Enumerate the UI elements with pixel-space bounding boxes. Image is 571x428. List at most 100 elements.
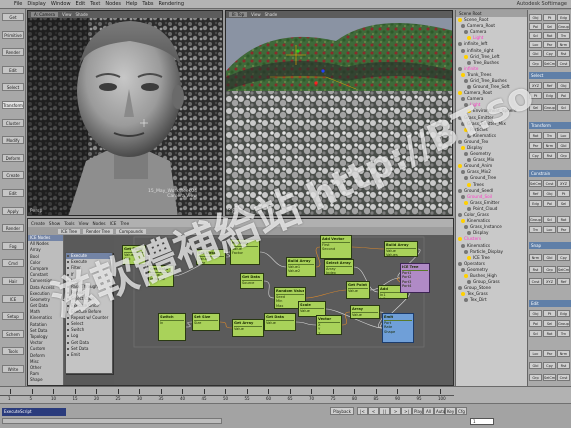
viewport-b-shade-menu[interactable]: Shade — [265, 12, 278, 17]
menu-display[interactable]: Display — [27, 1, 45, 7]
menu-rendering[interactable]: Rendering — [158, 1, 184, 7]
left-toolbar-button[interactable]: Schem — [2, 329, 24, 338]
left-toolbar-button[interactable]: Setup — [2, 312, 24, 321]
right-panel-button[interactable]: Nrm — [529, 254, 542, 261]
right-panel-button[interactable]: Edg — [529, 200, 542, 207]
right-panel-button[interactable]: Loc — [529, 41, 542, 48]
right-panel-button[interactable]: Obj — [529, 310, 542, 317]
ice-node[interactable]: Add Vector First Second — [320, 235, 352, 259]
menu-nodes[interactable]: Nodes — [105, 1, 121, 7]
playback-button[interactable]: >| — [401, 407, 412, 415]
playback-button[interactable]: < — [368, 407, 379, 415]
ice-editor-tab[interactable]: ICE Tree — [58, 228, 81, 234]
left-toolbar-button[interactable]: Transform — [2, 101, 24, 109]
right-panel-button[interactable]: Nrm — [557, 41, 570, 48]
right-panel-button[interactable]: Sel — [529, 104, 542, 111]
right-panel-button[interactable]: Edg — [557, 14, 570, 21]
ice-menu-item[interactable]: ICE — [110, 221, 117, 226]
ice-node[interactable]: Set DataValueSizeColor — [196, 249, 226, 265]
ice-node-port[interactable]: Values — [386, 253, 416, 256]
right-panel-button[interactable]: Obj — [543, 190, 556, 197]
ice-node-port[interactable]: In — [160, 321, 184, 326]
right-panel-button[interactable]: Pt — [529, 92, 542, 99]
right-panel-button[interactable]: Rst — [557, 362, 570, 369]
left-toolbar-button[interactable]: Select — [2, 83, 24, 92]
ice-graph-canvas[interactable]: Get Point Value Out Get Data Value In Name Set… — [114, 235, 453, 385]
ice-node-port[interactable]: Factor — [232, 251, 258, 256]
right-panel-button[interactable]: Pt — [557, 190, 570, 197]
right-panel-button[interactable]: Pol — [529, 23, 542, 30]
right-panel-button[interactable]: Grp — [529, 374, 542, 381]
ice-node-port[interactable]: Z — [318, 332, 340, 335]
ice-node[interactable]: Multiply Value Factor — [230, 239, 260, 265]
ice-menu-item[interactable]: Show — [49, 221, 60, 226]
ice-editor-tab[interactable]: Compounds — [115, 228, 146, 234]
left-toolbar-button[interactable]: Tools — [2, 347, 24, 356]
menu-edit[interactable]: Edit — [76, 1, 86, 7]
viewport-a-shade-menu[interactable]: Shade — [75, 12, 88, 17]
menu-window[interactable]: Window — [51, 1, 71, 7]
left-toolbar-button[interactable]: Modify — [2, 136, 24, 145]
left-toolbar-button[interactable]: Hair — [2, 277, 24, 285]
right-panel-button[interactable]: Rst — [543, 152, 556, 159]
right-panel-button[interactable]: Cpy — [543, 50, 556, 57]
right-panel-button[interactable]: Group — [529, 216, 542, 223]
right-panel-button[interactable]: Rot — [543, 32, 556, 39]
viewport-b-camera-menu[interactable]: B: Top — [229, 12, 248, 17]
right-panel-button[interactable]: Gbl — [529, 50, 542, 57]
right-panel-button[interactable]: Ref — [543, 82, 556, 89]
right-panel-button[interactable]: Ref — [529, 190, 542, 197]
right-panel-button[interactable]: Ref — [557, 278, 570, 285]
ice-node-port[interactable]: Value — [234, 327, 262, 332]
right-panel-button[interactable]: Scl — [529, 330, 542, 337]
ice-menu-item[interactable]: Nodes — [93, 221, 106, 226]
right-panel-button[interactable]: Trn — [529, 226, 542, 233]
ice-node-port[interactable]: Size — [194, 321, 218, 326]
right-panel-button[interactable]: Scl — [557, 104, 570, 111]
left-toolbar-button[interactable]: Render — [2, 48, 24, 57]
command-line[interactable]: ExecuteScript — [2, 408, 66, 416]
left-toolbar-button[interactable]: Apply — [2, 206, 24, 215]
ice-node-port[interactable]: Value — [266, 321, 294, 326]
ice-menu-item[interactable]: View — [79, 221, 89, 226]
right-panel-button[interactable]: Grp — [543, 266, 556, 273]
right-panel-button[interactable]: Group — [557, 320, 570, 327]
ice-node[interactable]: Switch In — [158, 313, 186, 341]
popup-menu-item[interactable]: Emit — [66, 352, 112, 358]
ice-node[interactable]: Get Data Value In Name — [148, 265, 174, 287]
script-output-field[interactable] — [2, 418, 222, 424]
right-panel-button[interactable]: Rst — [529, 266, 542, 273]
left-toolbar-button[interactable]: Render — [2, 224, 24, 233]
playback-button[interactable]: Cfg — [456, 407, 467, 415]
right-panel-button[interactable]: Cnst — [529, 278, 542, 285]
palette-item[interactable]: Shape — [28, 377, 63, 383]
right-panel-button[interactable]: Scl — [543, 216, 556, 223]
ice-menu-item[interactable]: Create — [31, 221, 45, 226]
right-panel-button[interactable]: Grp — [529, 60, 542, 67]
right-panel-button[interactable]: Sel — [543, 23, 556, 30]
ice-node-port[interactable]: Value — [348, 289, 368, 294]
right-panel-button[interactable]: Rot — [543, 330, 556, 337]
ice-tree-root-node[interactable]: ICE Tree Port1 Port2 Port3 Port4 — [400, 263, 430, 293]
ice-node-port[interactable]: Value2 — [288, 269, 314, 274]
right-panel-button[interactable]: SelCmp — [557, 266, 570, 273]
ice-node-port[interactable]: Shape — [384, 330, 412, 335]
playback-button[interactable]: || — [379, 407, 390, 415]
ice-node-port[interactable]: Size — [198, 261, 224, 264]
playback-button[interactable]: Auto — [434, 407, 445, 415]
left-toolbar-button[interactable]: Write — [2, 365, 24, 373]
left-toolbar-button[interactable]: Fog — [2, 241, 24, 250]
right-panel-button[interactable]: Pol — [543, 200, 556, 207]
playback-button[interactable]: > — [390, 407, 401, 415]
right-panel-button[interactable]: Par — [543, 350, 556, 357]
ice-node[interactable]: Get Point Value — [346, 281, 370, 299]
right-panel-button[interactable]: Nrm — [557, 350, 570, 357]
right-panel-button[interactable]: Nrm — [543, 142, 556, 149]
right-panel-button[interactable]: Rot — [557, 216, 570, 223]
right-panel-button[interactable]: XYZ — [543, 278, 556, 285]
right-panel-button[interactable]: Rst — [557, 50, 570, 57]
ice-node[interactable]: Set Size Size — [192, 313, 220, 331]
right-panel-button[interactable]: Obj — [529, 14, 542, 21]
ice-menu-item[interactable]: Tree — [120, 221, 129, 226]
right-panel-button[interactable]: Par — [543, 41, 556, 48]
